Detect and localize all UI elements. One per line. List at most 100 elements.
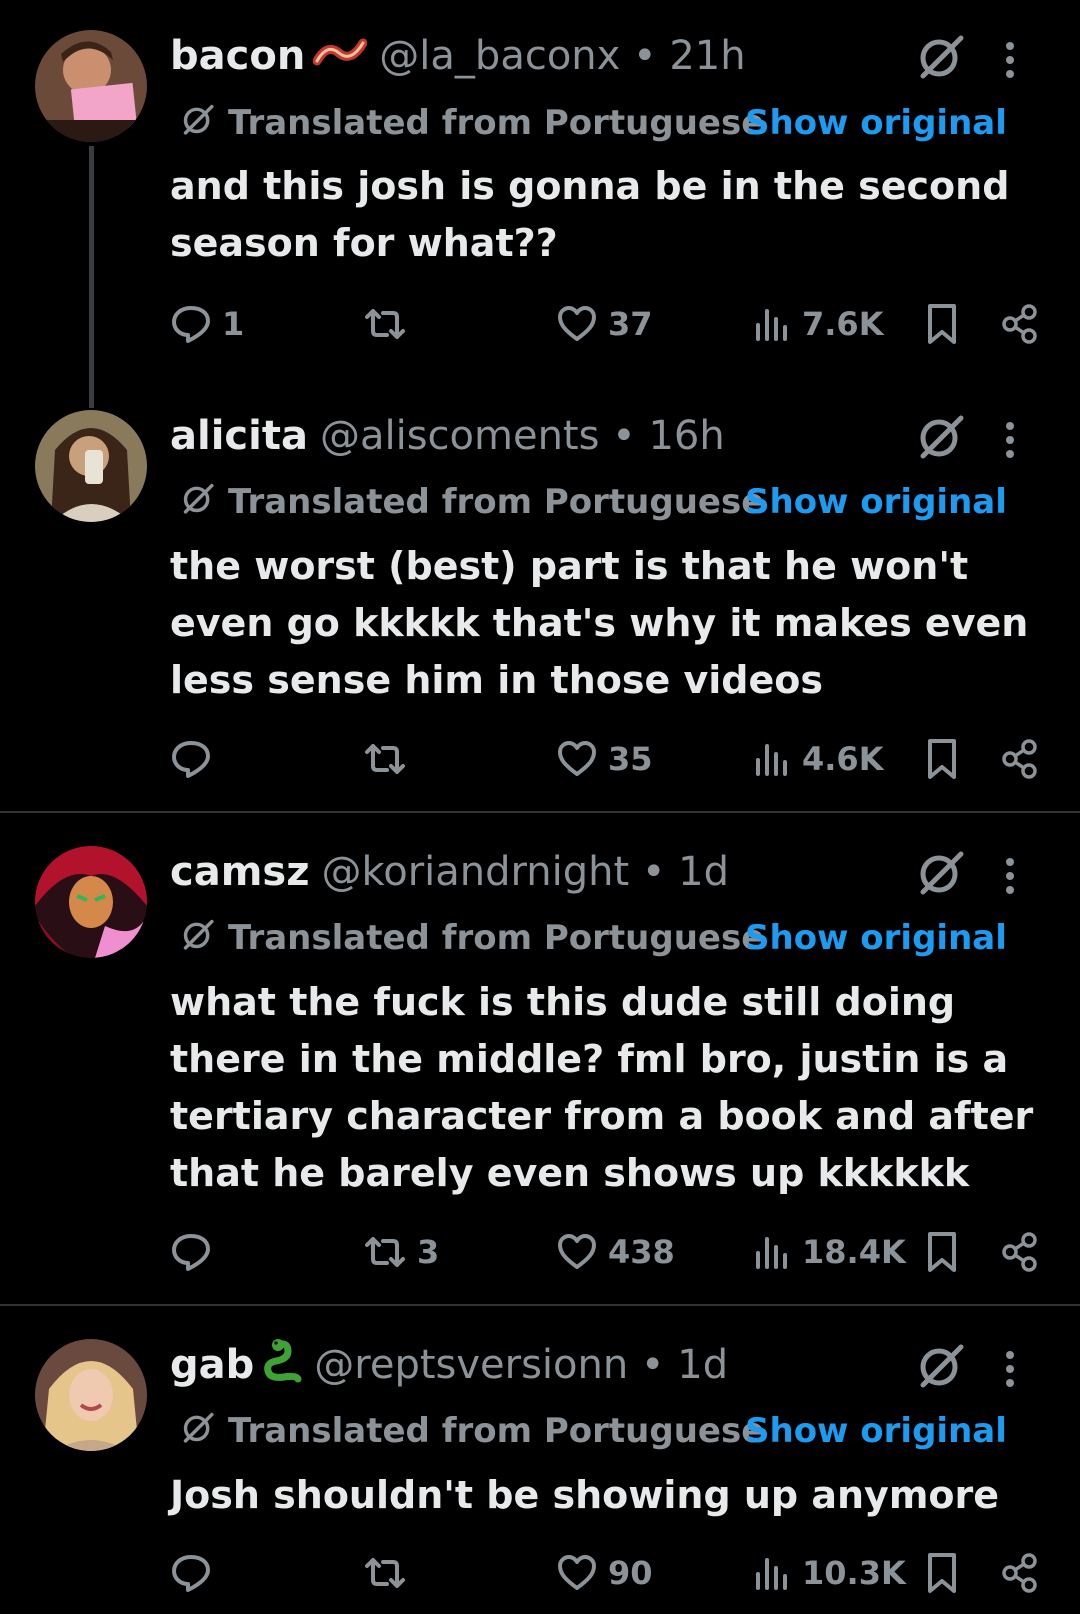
view-count: 18.4K [802,1233,906,1271]
view-count: 7.6K [802,305,884,343]
post-text: the worst (best) part is that he won't e… [170,544,1029,702]
heart-icon [558,741,596,776]
repost-button[interactable]: 3 [363,1228,439,1276]
grok-icon[interactable] [915,410,967,462]
share-icon [1002,304,1037,344]
avatar[interactable] [35,410,147,522]
display-name[interactable]: gab [170,1342,254,1388]
view-count: 4.6K [802,740,884,778]
reply-button[interactable] [170,1549,222,1597]
user-handle[interactable]: @aliscoments [320,413,600,459]
like-button[interactable]: 438 [556,1228,675,1276]
bookmark-button[interactable] [924,1228,960,1276]
snake-emoji-icon [262,1337,302,1393]
action-bar: 3 438 18.4K [0,1228,1080,1276]
display-name[interactable]: bacon [170,33,305,79]
share-icon [1002,739,1037,779]
translate-icon [180,1409,216,1454]
like-count: 438 [608,1233,675,1271]
views-icon [756,309,787,341]
share-button[interactable] [1000,300,1040,348]
avatar[interactable] [35,1339,147,1451]
avatar[interactable] [35,30,147,142]
show-original-link[interactable]: Show original [745,103,1007,143]
like-button[interactable]: 37 [556,300,653,348]
like-count: 35 [608,740,653,778]
repost-count: 3 [417,1233,440,1271]
separator-dot: • [599,413,649,459]
like-count: 90 [608,1554,653,1592]
views-button[interactable]: 4.6K [752,735,883,783]
translated-label: Translated from Portuguese [228,482,765,522]
more-options-icon[interactable] [1003,36,1017,88]
timestamp[interactable]: 16h [648,413,724,459]
translation-row: Translated from Portuguese Show original [180,916,1007,961]
like-button[interactable]: 35 [556,735,653,783]
timestamp[interactable]: 1d [677,1342,728,1388]
separator-dot: • [629,849,679,895]
heart-icon [558,306,596,341]
post-text: and this josh is gonna be in the second … [170,164,1010,265]
grok-icon[interactable] [915,1339,967,1391]
avatar[interactable] [35,846,147,958]
grok-icon[interactable] [915,846,967,898]
share-button[interactable] [1000,1228,1040,1276]
show-original-link[interactable]: Show original [745,1411,1007,1451]
views-icon [756,1237,787,1269]
more-options-icon[interactable] [1003,416,1017,468]
user-handle[interactable]: @koriandrnight [321,849,629,895]
share-button[interactable] [1000,1549,1040,1597]
post-text: Josh shouldn't be showing up anymore [170,1473,1000,1517]
reply-button[interactable] [170,735,222,783]
post-header: gab @reptsversionn • 1d [170,1339,728,1391]
heart-icon [558,1234,596,1269]
repost-button[interactable] [363,735,417,783]
repost-icon [365,1237,405,1267]
bookmark-icon [928,739,956,779]
post-text: what the fuck is this dude still doing t… [170,980,1034,1195]
share-icon [1002,1232,1037,1272]
more-options-icon[interactable] [1003,852,1017,904]
share-icon [1002,1553,1037,1593]
repost-icon [365,1558,405,1588]
views-button[interactable]: 18.4K [752,1228,906,1276]
bookmark-icon [928,1553,956,1593]
reply-icon [172,306,210,343]
show-original-link[interactable]: Show original [745,918,1007,958]
translated-label: Translated from Portuguese [228,103,765,143]
bookmark-button[interactable] [924,300,960,348]
repost-icon [365,744,405,774]
timestamp[interactable]: 1d [678,849,729,895]
translated-label: Translated from Portuguese [228,918,765,958]
bookmark-button[interactable] [924,1549,960,1597]
repost-button[interactable] [363,300,417,348]
display-name[interactable]: alicita [170,413,308,459]
views-button[interactable]: 7.6K [752,300,883,348]
views-button[interactable]: 10.3K [752,1549,906,1597]
action-bar: 1 37 7.6K [0,300,1080,348]
translate-icon [180,916,216,961]
like-count: 37 [608,305,653,343]
action-bar: 90 10.3K [0,1549,1080,1597]
view-count: 10.3K [802,1554,906,1592]
views-icon [756,1558,787,1590]
more-options-icon[interactable] [1003,1345,1017,1397]
user-handle[interactable]: @la_baconx [379,33,620,79]
display-name[interactable]: camsz [170,849,309,895]
share-button[interactable] [1000,735,1040,783]
reply-button[interactable]: 1 [170,300,244,348]
translate-icon [180,101,216,146]
like-button[interactable]: 90 [556,1549,653,1597]
timestamp[interactable]: 21h [669,33,745,79]
separator-dot: • [628,1342,678,1388]
post-header: alicita @aliscoments • 16h [170,410,725,462]
show-original-link[interactable]: Show original [745,482,1007,522]
user-handle[interactable]: @reptsversionn [314,1342,628,1388]
repost-button[interactable] [363,1549,417,1597]
grok-icon[interactable] [915,30,967,82]
views-icon [756,744,787,776]
post-divider [0,1304,1080,1306]
bookmark-button[interactable] [924,735,960,783]
reply-button[interactable] [170,1228,222,1276]
reply-icon [172,741,210,778]
